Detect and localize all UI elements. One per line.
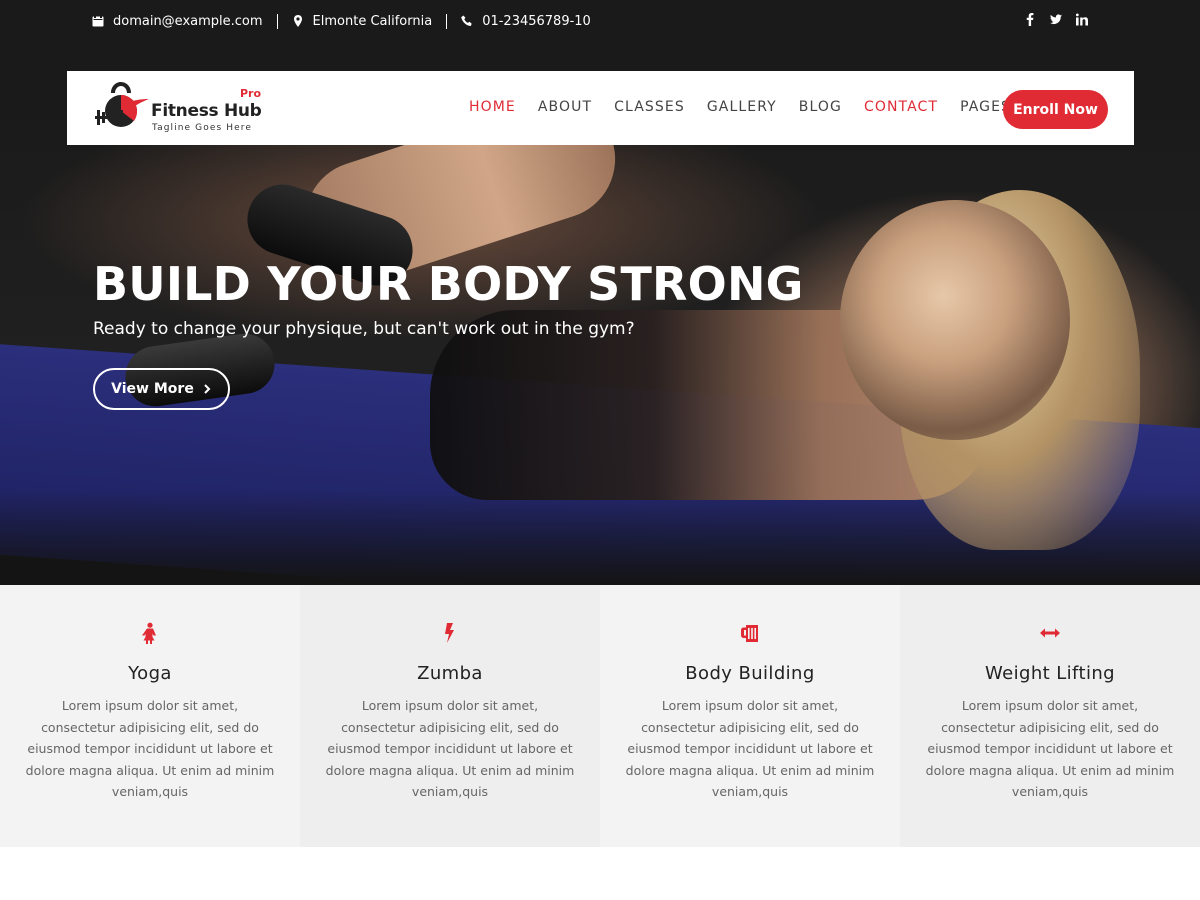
kettlebell-logo-icon	[95, 82, 149, 127]
feature-text: Lorem ipsum dolor sit amet, consectetur …	[25, 698, 275, 799]
divider	[446, 13, 448, 29]
feature-card-weight-lifting: Weight Lifting Lorem ipsum dolor sit ame…	[900, 585, 1200, 847]
feature-title: Zumba	[417, 663, 483, 684]
email-text[interactable]: domain@example.com	[113, 14, 263, 29]
twitter-link[interactable]	[1043, 13, 1069, 26]
nav-contact[interactable]: CONTACT	[864, 99, 938, 115]
nav-blog[interactable]: BLOG	[799, 99, 842, 115]
feature-text: Lorem ipsum dolor sit amet, consectetur …	[625, 698, 875, 799]
hero-image-head	[840, 200, 1070, 440]
feature-card-yoga: Yoga Lorem ipsum dolor sit amet, consect…	[0, 585, 300, 847]
logo-title: Fitness Hub	[151, 101, 262, 121]
location-item: Elmonte California	[292, 13, 433, 29]
main-nav: HOME ABOUT CLASSES GALLERY BLOG CONTACT …	[469, 99, 1048, 115]
beer-mug-icon	[741, 625, 758, 642]
linkedin-link[interactable]	[1069, 13, 1095, 26]
location-text: Elmonte California	[312, 13, 433, 29]
facebook-link[interactable]	[1017, 13, 1043, 26]
view-more-button[interactable]: View More	[93, 368, 230, 410]
twitter-icon	[1050, 14, 1062, 25]
feature-text: Lorem ipsum dolor sit amet, consectetur …	[325, 698, 575, 799]
feature-icon-wrap	[0, 622, 300, 644]
feature-icon-wrap	[900, 622, 1200, 644]
phone-item[interactable]: 01-23456789-10	[461, 14, 591, 29]
social-links	[1017, 13, 1095, 26]
logo-badge: Pro	[240, 87, 262, 100]
horizontal-arrows-icon	[1040, 628, 1060, 638]
phone-icon	[461, 15, 472, 26]
feature-icon-wrap	[300, 622, 600, 644]
feature-card-body-building: Body Building Lorem ipsum dolor sit amet…	[600, 585, 900, 847]
map-marker-icon	[293, 15, 302, 27]
calendar-icon	[92, 15, 104, 27]
linkedin-icon	[1076, 13, 1088, 26]
email-item[interactable]: domain@example.com	[92, 14, 263, 29]
feature-icon-wrap	[600, 622, 900, 644]
phone-text[interactable]: 01-23456789-10	[482, 14, 591, 29]
feature-title: Weight Lifting	[985, 663, 1115, 684]
nav-classes[interactable]: CLASSES	[614, 99, 685, 115]
female-icon	[142, 622, 156, 644]
enroll-now-button[interactable]: Enroll Now	[1003, 90, 1108, 129]
hero-title: BUILD YOUR BODY STRONG	[93, 257, 804, 311]
logo-tagline: Tagline Goes Here	[152, 123, 252, 133]
feature-title: Body Building	[685, 663, 815, 684]
site-logo[interactable]: Pro Fitness Hub Tagline Goes Here	[93, 79, 268, 137]
features-section: Yoga Lorem ipsum dolor sit amet, consect…	[0, 585, 1200, 847]
chevron-right-icon	[204, 384, 211, 394]
nav-home[interactable]: HOME	[469, 99, 516, 115]
view-more-label: View More	[111, 381, 194, 397]
contact-info: domain@example.com Elmonte California 01…	[92, 10, 591, 32]
nav-about[interactable]: ABOUT	[538, 99, 592, 115]
feature-card-zumba: Zumba Lorem ipsum dolor sit amet, consec…	[300, 585, 600, 847]
hero-subtitle: Ready to change your physique, but can't…	[93, 319, 635, 339]
site-header: Pro Fitness Hub Tagline Goes Here HOME A…	[67, 71, 1134, 145]
feature-title: Yoga	[128, 663, 172, 684]
nav-gallery[interactable]: GALLERY	[707, 99, 777, 115]
divider	[276, 13, 278, 29]
facebook-icon	[1026, 13, 1034, 26]
feature-text: Lorem ipsum dolor sit amet, consectetur …	[925, 698, 1175, 799]
bolt-icon	[445, 623, 454, 643]
